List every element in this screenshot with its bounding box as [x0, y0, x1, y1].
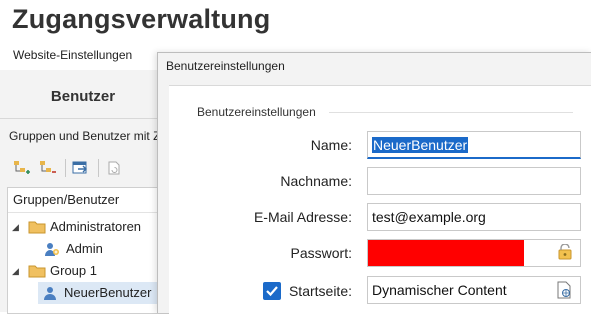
folder-icon [28, 263, 46, 279]
remove-group-icon[interactable] [37, 158, 59, 178]
password-redaction [368, 240, 524, 266]
folder-icon [28, 219, 46, 235]
tree-header: Gruppen/Benutzer [8, 188, 168, 213]
expand-arrow-icon[interactable]: ◢ [12, 216, 22, 238]
startpage-checkbox[interactable] [263, 282, 281, 300]
section-divider [329, 112, 573, 113]
tab-underline [0, 118, 166, 119]
expand-arrow-icon[interactable]: ◢ [12, 260, 22, 282]
refresh-icon[interactable] [103, 158, 125, 178]
name-value: NeuerBenutzer [372, 137, 469, 153]
name-field[interactable]: NeuerBenutzer [367, 131, 581, 159]
website-settings-link[interactable]: Website-Einstellungen [13, 48, 132, 62]
lastname-field[interactable] [367, 167, 581, 195]
section-title: Benutzereinstellungen [197, 105, 316, 119]
admin-user-icon [44, 241, 62, 257]
startpage-field[interactable]: Dynamischer Content [367, 276, 581, 304]
password-label: Passwort: [290, 245, 352, 261]
tab-users[interactable]: Benutzer [0, 88, 166, 105]
toolbar-separator [65, 159, 66, 177]
startpage-label: Startseite: [288, 283, 352, 299]
toolbar-separator [98, 159, 99, 177]
startpage-value: Dynamischer Content [372, 282, 507, 298]
export-icon[interactable] [70, 158, 92, 178]
dialog-body: Benutzereinstellungen Name: NeuerBenutze… [169, 85, 591, 314]
dialog-title: Benutzereinstellungen [166, 59, 285, 73]
tree-item-administratoren[interactable]: ◢ Administratoren [12, 216, 141, 238]
user-icon [42, 285, 60, 301]
tree-item-admin[interactable]: Admin [44, 238, 103, 260]
password-field[interactable] [367, 239, 581, 267]
web-page-icon[interactable] [556, 281, 574, 299]
tree-item-label: Group 1 [50, 263, 97, 278]
tree-item-label: Administratoren [50, 219, 142, 234]
lastname-label: Nachname: [280, 173, 352, 189]
toolbar [11, 158, 129, 178]
name-label: Name: [310, 137, 352, 153]
groups-description: Gruppen und Benutzer mit Z [9, 129, 161, 143]
page-title: Zugangsverwaltung [12, 4, 271, 34]
password-key-icon[interactable] [556, 243, 574, 262]
tree-item-label: NeuerBenutzer [64, 285, 152, 300]
tree-item-neuerbenutzer[interactable]: NeuerBenutzer [38, 282, 158, 304]
user-settings-dialog: Benutzereinstellungen Benutzereinstellun… [157, 52, 591, 314]
email-label: E-Mail Adresse: [253, 209, 352, 225]
groups-users-tree: Gruppen/Benutzer ◢ Administratoren Admin… [7, 187, 169, 314]
email-field[interactable]: test@example.org [367, 203, 581, 231]
tree-item-label: Admin [66, 241, 103, 256]
add-group-icon[interactable] [11, 158, 33, 178]
tree-item-group-1[interactable]: ◢ Group 1 [12, 260, 97, 282]
